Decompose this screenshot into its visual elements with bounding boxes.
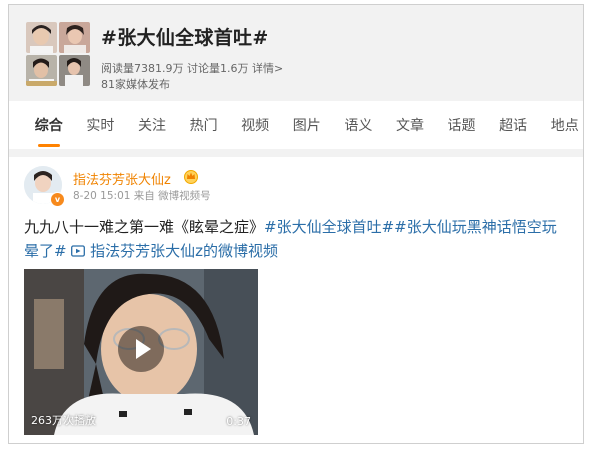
hashtag-link[interactable]: #张大仙全球首吐# xyxy=(264,218,394,236)
video-duration: 0:37 xyxy=(226,415,251,428)
video-player[interactable]: 263万次播放 0:37 xyxy=(24,269,258,435)
topic-thumbnail xyxy=(26,55,57,86)
video-play-count: 263万次播放 xyxy=(31,414,96,427)
tab-semantic[interactable]: 语义 xyxy=(333,115,385,135)
verified-badge-icon: v xyxy=(50,192,65,207)
topic-thumbnail xyxy=(26,22,57,53)
tab-topics[interactable]: 话题 xyxy=(436,115,488,135)
author-name[interactable]: 指法芬芳张大仙z xyxy=(73,169,171,188)
tab-following[interactable]: 关注 xyxy=(126,115,178,135)
topic-media-count: 81家媒体发布 xyxy=(101,78,170,91)
post-text: 九九八十一难之第一难《眩晕之症》#张大仙全球首吐##张大仙玩黑神话悟空玩晕了# … xyxy=(24,215,564,263)
weibo-topic-page: #张大仙全球首吐# 阅读量7381.9万 讨论量1.6万 详情> 81家媒体发布… xyxy=(8,4,584,444)
tab-realtime[interactable]: 实时 xyxy=(75,115,127,135)
topic-title: #张大仙全球首吐# xyxy=(101,27,269,49)
topic-stats[interactable]: 阅读量7381.9万 讨论量1.6万 详情> xyxy=(101,60,283,76)
topic-thumbnail xyxy=(59,55,90,86)
tab-super-topics[interactable]: 超话 xyxy=(487,115,539,135)
post-text-body: 九九八十一难之第一难《眩晕之症》 xyxy=(24,218,265,236)
topic-header: #张大仙全球首吐# 阅读量7381.9万 讨论量1.6万 详情> 81家媒体发布 xyxy=(9,5,583,101)
topic-thumbnail xyxy=(59,22,90,53)
video-link-label: 指法芬芳张大仙z的微博视频 xyxy=(90,242,279,260)
topic-thumbnail-grid[interactable] xyxy=(26,22,90,86)
video-link-icon xyxy=(71,245,86,257)
tab-location[interactable]: 地点 xyxy=(539,115,583,135)
tab-articles[interactable]: 文章 xyxy=(384,115,436,135)
video-link[interactable]: 指法芬芳张大仙z的微博视频 xyxy=(71,242,278,260)
crown-icon xyxy=(184,170,198,184)
tab-comprehensive[interactable]: 综合 xyxy=(23,115,75,135)
tab-images[interactable]: 图片 xyxy=(281,115,333,135)
post-meta: 8-20 15:01 来自 微博视频号 xyxy=(73,190,211,202)
section-divider xyxy=(9,149,583,157)
post-card: v 指法芬芳张大仙z 8-20 15:01 来自 微博视频号 九九八十一难之第一… xyxy=(9,157,583,443)
play-button[interactable] xyxy=(118,326,164,372)
tab-hot[interactable]: 热门 xyxy=(178,115,230,135)
tab-video[interactable]: 视频 xyxy=(229,115,281,135)
search-tabs: 综合 实时 关注 热门 视频 图片 语义 文章 话题 超话 地点 xyxy=(9,101,583,149)
